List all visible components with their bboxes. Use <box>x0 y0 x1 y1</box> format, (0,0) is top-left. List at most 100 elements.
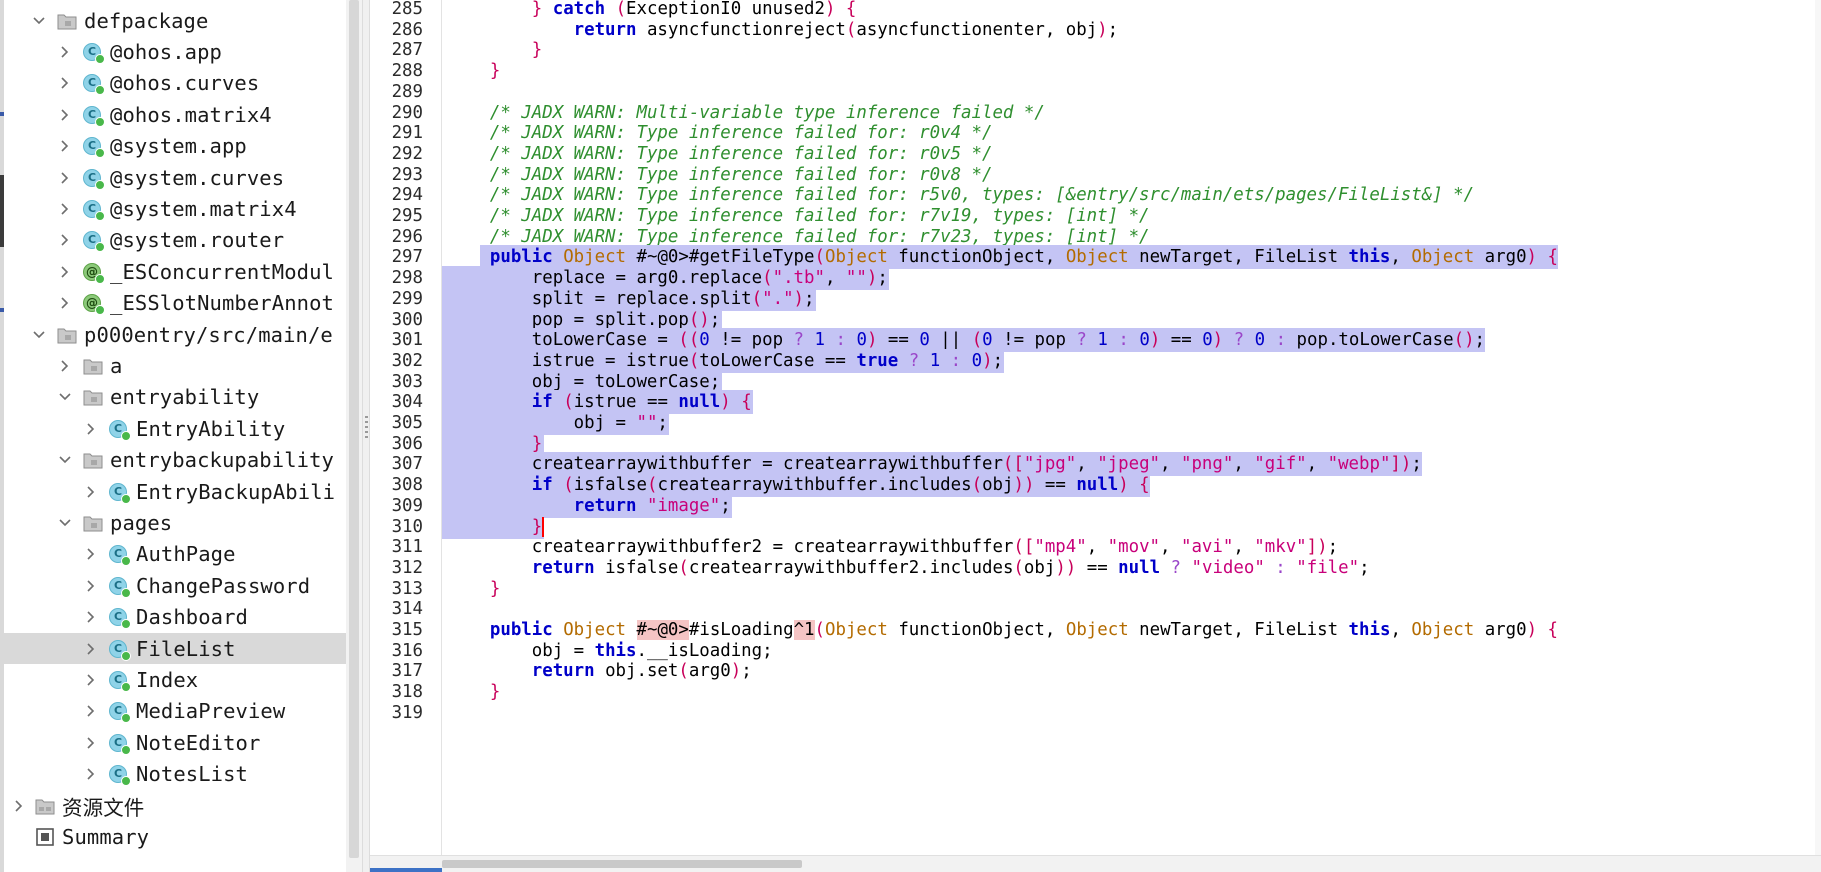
chevron-right-icon[interactable] <box>58 171 72 185</box>
tree-item-a[interactable]: a <box>4 350 348 381</box>
tree-item-mediapreview[interactable]: C MediaPreview <box>4 696 348 727</box>
chevron-down-icon[interactable] <box>32 14 46 28</box>
chevron-right-icon[interactable] <box>58 76 72 90</box>
chevron-right-icon[interactable] <box>58 359 72 373</box>
class-icon: C <box>108 763 131 787</box>
panel-splitter[interactable] <box>362 0 370 872</box>
token-text: , <box>1390 620 1412 640</box>
token-com: /* JADX WARN: Type inference failed for:… <box>489 185 1475 206</box>
tree-item-system-matrix4[interactable]: C @system.matrix4 <box>4 193 348 224</box>
class-icon: C <box>108 418 131 441</box>
chevron-right-icon[interactable] <box>84 579 98 593</box>
chevron-right-icon[interactable] <box>58 233 72 247</box>
token-str: "image" <box>646 495 721 516</box>
editor-horizontal-scrollbar-thumb[interactable] <box>442 860 802 868</box>
token-pn: ( <box>615 0 627 19</box>
tree-item-summary[interactable]: Summary <box>4 821 348 852</box>
tree-item-ohos-matrix4[interactable]: C @ohos.matrix4 <box>4 99 348 130</box>
chevron-right-icon[interactable] <box>58 45 72 59</box>
chevron-right-icon[interactable] <box>84 736 98 750</box>
chevron-right-icon[interactable] <box>84 610 98 624</box>
token-pn: } <box>531 516 543 537</box>
chevron-down-icon[interactable] <box>58 390 72 404</box>
tree-item-entryability[interactable]: entryability <box>4 382 348 413</box>
tree-scrollbar-thumb[interactable] <box>349 0 359 858</box>
tree-item-label: p000entry/src/main/e <box>84 322 333 347</box>
chevron-right-icon[interactable] <box>58 108 72 122</box>
token-str: "webp" <box>1327 454 1391 475</box>
tree-item-system-router[interactable]: C @system.router <box>4 225 348 256</box>
token-text: != pop <box>992 330 1077 351</box>
tree-item-pages[interactable]: pages <box>4 507 348 538</box>
tree-item-noteeditor[interactable]: C NoteEditor <box>4 727 348 758</box>
token-op: ? <box>1170 557 1182 578</box>
code-area[interactable]: } catch (ExceptionI0 unused2) { return a… <box>442 0 1821 872</box>
splitter-grip-icon[interactable] <box>365 416 368 440</box>
code-editor[interactable]: 285 286 287 288 289 290 291 292 293 294 295 296 297 2… <box>370 0 1821 872</box>
chevron-down-icon[interactable] <box>58 453 72 467</box>
token-pn: ) <box>1097 19 1108 40</box>
token-pn: ([ <box>1013 537 1035 558</box>
token-num: 0 <box>699 330 710 351</box>
chevron-down-icon[interactable] <box>58 516 72 530</box>
tree-item-label: @ohos.matrix4 <box>110 102 272 127</box>
chevron-right-icon[interactable] <box>58 202 72 216</box>
tree-item-ohos-curves[interactable]: C @ohos.curves <box>4 68 348 99</box>
chevron-right-icon[interactable] <box>58 296 72 310</box>
chevron-right-icon[interactable] <box>58 265 72 279</box>
tree-item-label: _ESSlotNumberAnnot <box>110 291 334 316</box>
tree-item-defpackage[interactable]: defpackage <box>4 5 348 36</box>
tree-item-changepassword[interactable]: C ChangePassword <box>4 570 348 601</box>
tree-item-ohos-app[interactable]: C @ohos.app <box>4 36 348 67</box>
tree-item-system-curves[interactable]: C @system.curves <box>4 162 348 193</box>
chevron-right-icon[interactable] <box>58 139 72 153</box>
chevron-right-icon[interactable] <box>84 422 98 436</box>
token-text: obj = <box>448 640 595 661</box>
chevron-right-icon[interactable] <box>84 704 98 718</box>
token-pn: } <box>531 40 543 61</box>
tree-item-entryability[interactable]: C EntryAbility <box>4 413 348 444</box>
token-op: : <box>835 330 846 351</box>
token-pn: ]) <box>1390 454 1412 475</box>
token-text: obj = <box>448 413 637 433</box>
editor-horizontal-scrollbar[interactable] <box>370 855 1821 872</box>
tree-item-label: _ESConcurrentModul <box>110 259 334 284</box>
tree-item-label: @system.matrix4 <box>110 197 297 222</box>
tree-item-filelist[interactable]: C FileList <box>4 633 348 665</box>
code-line[interactable] <box>448 701 1821 725</box>
token-str: "png" <box>1180 454 1234 475</box>
editor-vertical-scrollbar[interactable] <box>1815 0 1821 856</box>
chevron-right-icon[interactable] <box>84 547 98 561</box>
token-text: , <box>1160 454 1181 475</box>
token-pn: ) <box>1212 330 1224 351</box>
token-op: ? <box>908 350 920 371</box>
token-text: newTarget, FileList <box>1128 620 1349 640</box>
tree-item-noteslist[interactable]: C NotesList <box>4 759 348 790</box>
tree-item-authpage[interactable]: C AuthPage <box>4 539 348 570</box>
tree-scrollbar[interactable] <box>346 0 362 872</box>
chevron-right-icon[interactable] <box>12 799 26 813</box>
token-pn: ( <box>971 330 983 351</box>
token-pn: ( <box>563 475 574 496</box>
token-text: == <box>1034 475 1077 496</box>
chevron-right-icon[interactable] <box>84 767 98 781</box>
tree-item-label: entryability <box>110 385 260 410</box>
token-text: ; <box>804 288 815 309</box>
tree-item-entrybackupabili[interactable]: C EntryBackupAbili <box>4 476 348 507</box>
tree-item-index[interactable]: C Index <box>4 664 348 695</box>
chevron-right-icon[interactable] <box>84 673 98 687</box>
tree-item-esslotnumberannot[interactable]: @ _ESSlotNumberAnnot <box>4 288 348 319</box>
chevron-right-icon[interactable] <box>84 485 98 499</box>
tree-item-entrybackupability[interactable]: entrybackupability <box>4 445 348 476</box>
tree-item-dashboard[interactable]: C Dashboard <box>4 602 348 633</box>
tree-item-esconcurrentmodul[interactable]: @ _ESConcurrentModul <box>4 256 348 287</box>
tree-item-system-app[interactable]: C @system.app <box>4 131 348 162</box>
tree-item-p000entry-src-main-e[interactable]: p000entry/src/main/e <box>4 319 348 350</box>
chevron-down-icon[interactable] <box>32 328 46 342</box>
chevron-right-icon[interactable] <box>84 642 98 656</box>
tree-item-resources[interactable]: 资源文件 <box>4 790 348 821</box>
